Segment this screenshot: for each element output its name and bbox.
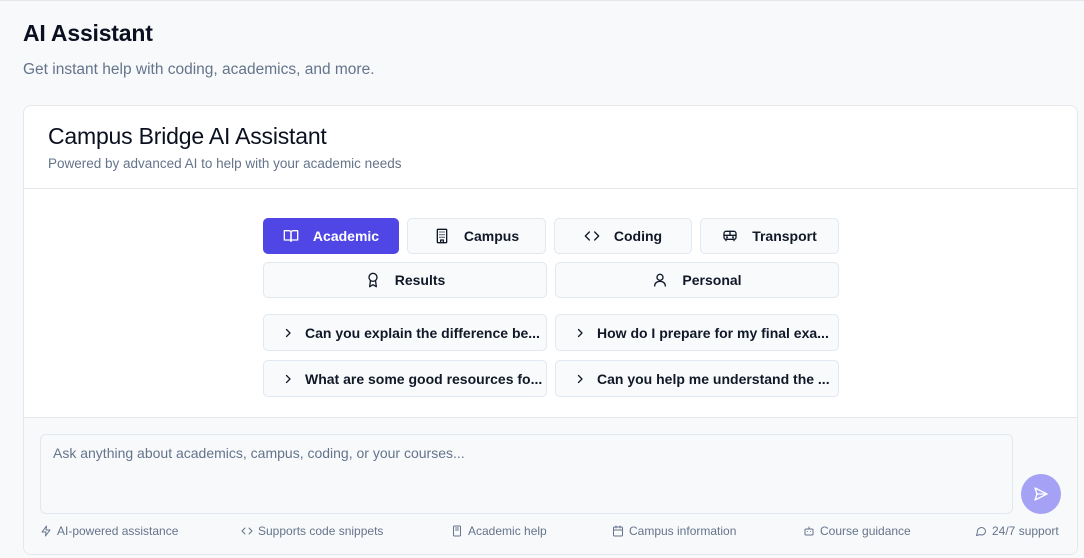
suggestion-text: Can you explain the difference be...	[305, 324, 540, 341]
category-label: Coding	[613, 228, 663, 244]
assistant-card: Campus Bridge AI Assistant Powered by ad…	[23, 105, 1078, 555]
message-icon	[975, 525, 987, 537]
feature-item: Academic help	[451, 524, 547, 538]
category-label: Academic	[312, 228, 380, 244]
category-campus-button[interactable]: Campus	[407, 218, 546, 254]
feature-item: Course guidance	[803, 524, 911, 538]
feature-label: Academic help	[468, 524, 547, 538]
user-icon	[652, 272, 668, 288]
suggestion-button[interactable]: What are some good resources fo...	[263, 360, 547, 397]
code-icon	[241, 525, 253, 537]
card-subtitle: Powered by advanced AI to help with your…	[48, 156, 402, 171]
category-transport-button[interactable]: Transport	[700, 218, 839, 254]
award-icon	[365, 272, 381, 288]
category-label: Personal	[682, 272, 742, 288]
feature-item: Campus information	[612, 524, 736, 538]
chevron-right-icon	[282, 327, 294, 339]
book-icon	[451, 525, 463, 537]
card-header: Campus Bridge AI Assistant Powered by ad…	[24, 106, 1077, 189]
chevron-right-icon	[574, 327, 586, 339]
category-academic-button[interactable]: Academic	[263, 218, 399, 254]
category-label: Campus	[463, 228, 520, 244]
page-title: AI Assistant	[23, 20, 153, 46]
card-title: Campus Bridge AI Assistant	[48, 123, 327, 149]
suggestion-text: What are some good resources fo...	[305, 370, 543, 387]
bot-icon	[803, 525, 815, 537]
category-label: Results	[394, 272, 446, 288]
feature-label: Campus information	[629, 524, 737, 538]
feature-item: 24/7 support	[975, 524, 1059, 538]
page-subtitle: Get instant help with coding, academics,…	[23, 61, 375, 78]
suggestion-text: How do I prepare for my final exa...	[597, 324, 829, 341]
category-label: Transport	[752, 228, 817, 244]
book-icon	[283, 228, 299, 244]
suggestion-button[interactable]: Can you help me understand the ...	[555, 360, 839, 397]
chat-input-area: AI-powered assistance Supports code snip…	[24, 417, 1077, 554]
chevron-right-icon	[574, 373, 586, 385]
chevron-right-icon	[282, 373, 294, 385]
send-button[interactable]	[1021, 474, 1061, 514]
building-icon	[434, 228, 450, 244]
zap-icon	[40, 525, 52, 537]
bus-icon	[722, 228, 738, 244]
send-icon	[1033, 486, 1049, 502]
feature-label: Course guidance	[820, 524, 911, 538]
category-coding-button[interactable]: Coding	[554, 218, 692, 254]
feature-label: AI-powered assistance	[57, 524, 179, 538]
feature-label: 24/7 support	[992, 524, 1059, 538]
calendar-icon	[612, 525, 624, 537]
feature-item: AI-powered assistance	[40, 524, 178, 538]
chat-input[interactable]	[40, 434, 1013, 514]
feature-label: Supports code snippets	[258, 524, 384, 538]
feature-list: AI-powered assistance Supports code snip…	[24, 524, 1077, 540]
feature-item: Supports code snippets	[241, 524, 383, 538]
suggestion-text: Can you help me understand the ...	[597, 370, 830, 387]
category-results-button[interactable]: Results	[263, 262, 547, 298]
category-personal-button[interactable]: Personal	[555, 262, 839, 298]
top-divider	[0, 0, 1084, 1]
suggestion-button[interactable]: Can you explain the difference be...	[263, 314, 547, 351]
code-icon	[584, 228, 600, 244]
suggestion-button[interactable]: How do I prepare for my final exa...	[555, 314, 839, 351]
